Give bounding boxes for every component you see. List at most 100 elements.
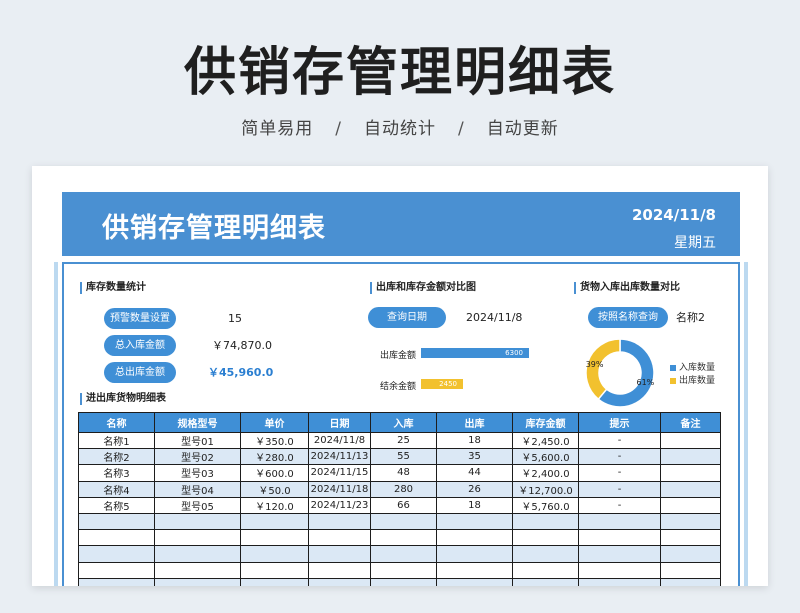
column-header-model[interactable]: 规格型号	[154, 412, 241, 433]
query-name-button[interactable]: 按照名称查询	[588, 307, 668, 328]
cell-name[interactable]: 名称2	[78, 448, 155, 466]
warning-qty-button[interactable]: 预警数量设置	[104, 308, 176, 329]
cell-in[interactable]	[370, 577, 437, 586]
cell-price[interactable]	[240, 577, 309, 586]
cell-out[interactable]: 26	[436, 480, 513, 498]
cell-stock-amount[interactable]	[512, 577, 579, 586]
cell-date[interactable]: 2024/11/8	[308, 431, 371, 450]
cell-out[interactable]	[436, 561, 513, 579]
cell-hint[interactable]: -	[578, 496, 661, 514]
cell-hint[interactable]: -	[578, 448, 661, 466]
cell-name[interactable]	[78, 545, 155, 563]
cell-name[interactable]: 名称1	[78, 431, 155, 450]
cell-in[interactable]	[370, 512, 437, 531]
cell-in[interactable]: 280	[370, 480, 437, 498]
cell-in[interactable]: 55	[370, 448, 437, 466]
cell-out[interactable]	[436, 545, 513, 563]
cell-price[interactable]: ￥50.0	[240, 480, 309, 498]
cell-date[interactable]: 2024/11/15	[308, 464, 371, 482]
cell-remark[interactable]	[660, 512, 721, 531]
cell-stock-amount[interactable]: ￥2,450.0	[512, 431, 579, 450]
cell-hint[interactable]: -	[578, 431, 661, 450]
cell-remark[interactable]	[660, 464, 721, 482]
cell-hint[interactable]	[578, 545, 661, 563]
cell-model[interactable]: 型号01	[154, 431, 241, 450]
cell-hint[interactable]: -	[578, 464, 661, 482]
query-date-value[interactable]: 2024/11/8	[466, 307, 522, 328]
cell-name[interactable]: 名称4	[78, 480, 155, 498]
cell-date[interactable]: 2024/11/23	[308, 496, 371, 514]
cell-out[interactable]	[436, 577, 513, 586]
warning-qty-value[interactable]: 15	[228, 308, 242, 329]
cell-stock-amount[interactable]	[512, 545, 579, 563]
column-header-date[interactable]: 日期	[308, 412, 371, 433]
column-header-stock-amount[interactable]: 库存金额	[512, 412, 579, 433]
cell-in[interactable]	[370, 529, 437, 547]
query-name-value[interactable]: 名称2	[676, 307, 705, 328]
cell-date[interactable]: 2024/11/13	[308, 448, 371, 466]
cell-name[interactable]	[78, 577, 155, 586]
cell-stock-amount[interactable]: ￥5,600.0	[512, 448, 579, 466]
column-header-remark[interactable]: 备注	[660, 412, 721, 433]
column-header-name[interactable]: 名称	[78, 412, 155, 433]
cell-remark[interactable]	[660, 496, 721, 514]
cell-date[interactable]: 2024/11/18	[308, 480, 371, 498]
cell-model[interactable]	[154, 561, 241, 579]
cell-out[interactable]	[436, 529, 513, 547]
cell-out[interactable]	[436, 512, 513, 531]
cell-price[interactable]: ￥350.0	[240, 431, 309, 450]
cell-out[interactable]: 35	[436, 448, 513, 466]
cell-date[interactable]	[308, 545, 371, 563]
cell-model[interactable]: 型号04	[154, 480, 241, 498]
cell-price[interactable]: ￥600.0	[240, 464, 309, 482]
cell-price[interactable]	[240, 512, 309, 531]
cell-price[interactable]	[240, 561, 309, 579]
cell-hint[interactable]	[578, 529, 661, 547]
cell-date[interactable]	[308, 561, 371, 579]
cell-stock-amount[interactable]	[512, 512, 579, 531]
total-out-amount-button[interactable]: 总出库金额	[104, 362, 176, 383]
cell-price[interactable]	[240, 529, 309, 547]
cell-model[interactable]	[154, 577, 241, 586]
cell-in[interactable]	[370, 545, 437, 563]
column-header-price[interactable]: 单价	[240, 412, 309, 433]
cell-model[interactable]: 型号03	[154, 464, 241, 482]
cell-model[interactable]: 型号02	[154, 448, 241, 466]
cell-date[interactable]	[308, 577, 371, 586]
cell-remark[interactable]	[660, 529, 721, 547]
cell-model[interactable]	[154, 512, 241, 531]
cell-remark[interactable]	[660, 561, 721, 579]
cell-in[interactable]	[370, 561, 437, 579]
cell-price[interactable]	[240, 545, 309, 563]
cell-name[interactable]	[78, 529, 155, 547]
cell-date[interactable]	[308, 512, 371, 531]
cell-out[interactable]: 18	[436, 431, 513, 450]
cell-remark[interactable]	[660, 431, 721, 450]
cell-stock-amount[interactable]	[512, 529, 579, 547]
cell-in[interactable]: 66	[370, 496, 437, 514]
query-date-button[interactable]: 查询日期	[368, 307, 446, 328]
cell-name[interactable]	[78, 561, 155, 579]
cell-price[interactable]: ￥280.0	[240, 448, 309, 466]
cell-hint[interactable]	[578, 561, 661, 579]
cell-name[interactable]: 名称3	[78, 464, 155, 482]
cell-name[interactable]: 名称5	[78, 496, 155, 514]
column-header-hint[interactable]: 提示	[578, 412, 661, 433]
cell-remark[interactable]	[660, 545, 721, 563]
cell-stock-amount[interactable]: ￥2,400.0	[512, 464, 579, 482]
cell-hint[interactable]	[578, 577, 661, 586]
cell-price[interactable]: ￥120.0	[240, 496, 309, 514]
cell-remark[interactable]	[660, 448, 721, 466]
cell-out[interactable]: 44	[436, 464, 513, 482]
cell-model[interactable]: 型号05	[154, 496, 241, 514]
cell-remark[interactable]	[660, 480, 721, 498]
cell-hint[interactable]: -	[578, 480, 661, 498]
column-header-in[interactable]: 入库	[370, 412, 437, 433]
cell-name[interactable]	[78, 512, 155, 531]
cell-in[interactable]: 25	[370, 431, 437, 450]
cell-hint[interactable]	[578, 512, 661, 531]
cell-stock-amount[interactable]: ￥5,760.0	[512, 496, 579, 514]
cell-stock-amount[interactable]: ￥12,700.0	[512, 480, 579, 498]
cell-in[interactable]: 48	[370, 464, 437, 482]
total-in-amount-button[interactable]: 总入库金额	[104, 335, 176, 356]
